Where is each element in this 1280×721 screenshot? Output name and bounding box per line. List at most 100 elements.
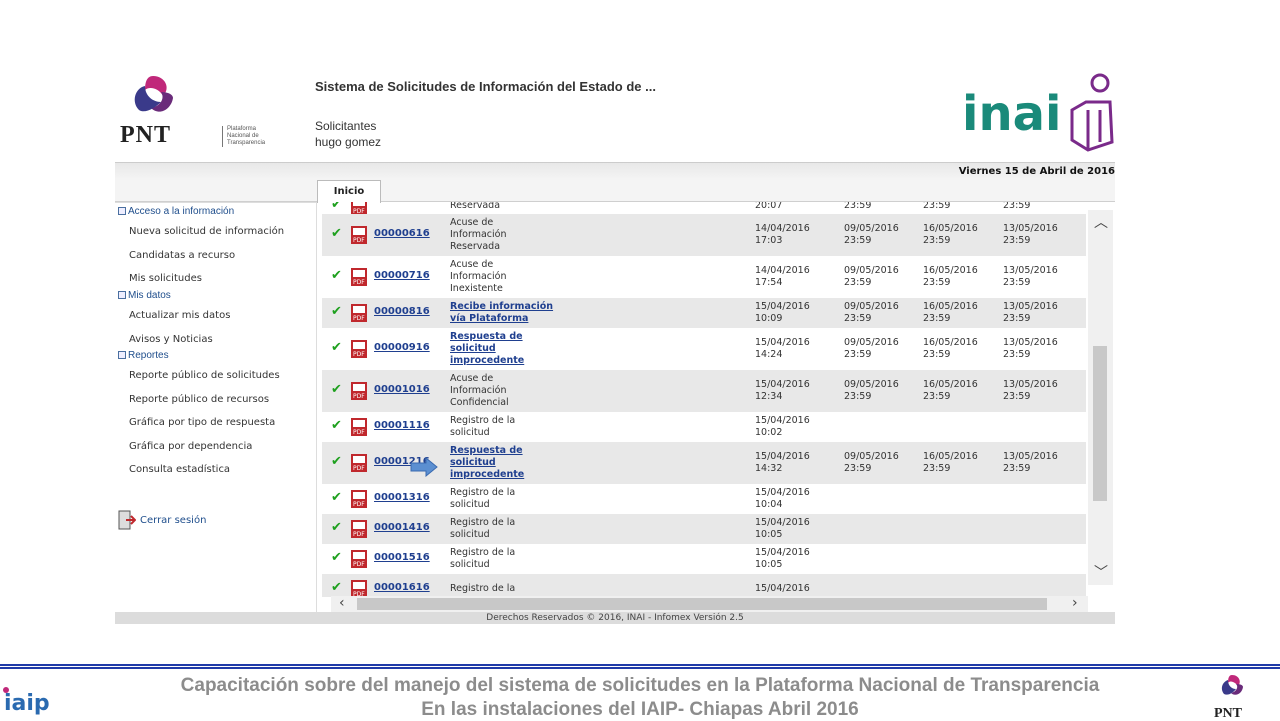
scroll-left-icon[interactable]: ‹ — [339, 595, 345, 611]
date-cell: 13/05/2016 23:59 — [1003, 265, 1058, 288]
check-icon: ✔ — [331, 202, 342, 212]
status-text: Acuse de Información Reservada — [450, 217, 507, 252]
pdf-icon[interactable]: PDF — [350, 303, 368, 323]
sidebar-item-avisos[interactable]: Avisos y Noticias — [129, 334, 213, 345]
svg-text:PDF: PDF — [353, 465, 365, 472]
svg-text:PDF: PDF — [353, 279, 365, 286]
vertical-scroll-thumb[interactable] — [1093, 346, 1107, 501]
sidebar-section-acceso[interactable]: Acceso a la información — [118, 206, 234, 217]
check-icon: ✔ — [331, 550, 342, 565]
logout-icon — [118, 510, 136, 530]
logout-label: Cerrar sesión — [140, 515, 207, 526]
svg-text:PDF: PDF — [353, 315, 365, 322]
horizontal-scrollbar[interactable]: ‹ › — [331, 595, 1088, 612]
sidebar-section-reportes[interactable]: Reportes — [118, 350, 169, 361]
table-row: ✔ PDF 00001116 Registro de la solicitud 15/04… — [322, 412, 1086, 442]
scroll-right-icon[interactable]: › — [1072, 595, 1078, 611]
folio-link[interactable]: 00000716 — [374, 270, 430, 281]
date-cell: 16/05/2016 23:59 — [923, 379, 978, 402]
table-row: ✔ PDF 00000716 Acuse de Información Inexisten… — [322, 256, 1086, 298]
status-text[interactable]: Respuesta de solicitud improcedente — [450, 331, 560, 367]
svg-text:PDF: PDF — [353, 561, 365, 568]
sidebar-item-grafica-dependencia[interactable]: Gráfica por dependencia — [129, 441, 252, 452]
folio-link[interactable]: 00001316 — [374, 492, 430, 503]
status-text: Registro de la solicitud — [450, 487, 516, 510]
folio-link[interactable]: 00001116 — [374, 420, 430, 431]
date-cell: 15/04/2016 10:09 — [755, 301, 810, 324]
check-icon: ✔ — [331, 580, 342, 595]
user-name: hugo gomez — [315, 135, 382, 149]
scroll-down-icon[interactable]: ﹀ — [1094, 562, 1108, 582]
table-row: ✔ PDF 00001016 Acuse de Información Confidenc… — [322, 370, 1086, 412]
pdf-icon[interactable]: PDF — [350, 453, 368, 473]
table-row: ✔ PDF 00000916 Respuesta de solicitud improce… — [322, 328, 1086, 370]
pdf-icon[interactable]: PDF — [350, 417, 368, 437]
expand-icon — [118, 351, 126, 359]
date-cell: 09/05/2016 23:59 — [844, 379, 899, 402]
app-window: PNT Plataforma Nacional de Transparencia… — [115, 62, 1115, 624]
pnt-small-logo-icon: PNT — [1214, 675, 1243, 720]
sidebar-item-mis-solicitudes[interactable]: Mis solicitudes — [129, 273, 202, 284]
sidebar-item-candidatas[interactable]: Candidatas a recurso — [129, 250, 235, 261]
logout-button[interactable]: Cerrar sesión — [118, 510, 206, 530]
date-cell: 13/05/2016 23:59 — [1003, 301, 1058, 324]
pdf-icon[interactable]: PDF — [350, 381, 368, 401]
pdf-icon[interactable]: PDF — [350, 579, 368, 597]
svg-text:PDF: PDF — [353, 531, 365, 538]
folio-link[interactable]: 00000816 — [374, 306, 430, 317]
svg-text:PDF: PDF — [353, 237, 365, 244]
pdf-icon[interactable]: PDF — [350, 225, 368, 245]
sidebar-item-reporte-solicitudes[interactable]: Reporte público de solicitudes — [129, 370, 280, 381]
tab-strip — [115, 180, 1115, 202]
pdf-icon[interactable]: PDF — [350, 519, 368, 539]
pdf-icon[interactable]: PDF — [350, 489, 368, 509]
vertical-scrollbar[interactable]: ︿ ﹀ — [1088, 210, 1113, 585]
status-text[interactable]: Respuesta de solicitud improcedente — [450, 445, 560, 481]
svg-text:PDF: PDF — [353, 501, 365, 508]
scroll-up-icon[interactable]: ︿ — [1094, 212, 1108, 232]
status-text: Reservada — [450, 202, 501, 211]
date-cell: 15/04/2016 12:34 — [755, 379, 810, 402]
status-text: Registro de la solicitud — [450, 415, 516, 438]
table-row: ✔ PDF 00000616 Acuse de Información Reservada… — [322, 214, 1086, 256]
date-cell: 16/05/2016 23:59 — [923, 265, 978, 288]
inai-logo-icon: inai — [962, 73, 1114, 152]
folio-link[interactable]: 00000616 — [374, 228, 430, 239]
pdf-icon[interactable]: PDF — [350, 339, 368, 359]
check-icon: ✔ — [331, 226, 342, 241]
date-cell: 23:59 — [844, 202, 872, 211]
pnt-wordmark: PNT — [120, 122, 171, 148]
svg-text:PDF: PDF — [353, 393, 365, 400]
sidebar-item-reporte-recursos[interactable]: Reporte público de recursos — [129, 394, 269, 405]
date-cell: 23:59 — [1003, 202, 1031, 211]
date-cell: 13/05/2016 23:59 — [1003, 223, 1058, 246]
sidebar-item-grafica-tipo[interactable]: Gráfica por tipo de respuesta — [129, 417, 275, 428]
tab-inicio[interactable]: Inicio — [317, 180, 381, 203]
pdf-icon[interactable]: PDF — [350, 549, 368, 569]
date-cell: 16/05/2016 23:59 — [923, 301, 978, 324]
folio-link[interactable]: 00000916 — [374, 342, 430, 353]
status-text[interactable]: Recibe información vía Plataforma — [450, 301, 560, 325]
date-cell: 14/04/2016 17:03 — [755, 223, 810, 246]
folio-link[interactable]: 00001616 — [374, 582, 430, 593]
folio-link[interactable]: 00001416 — [374, 522, 430, 533]
date-cell: 09/05/2016 23:59 — [844, 265, 899, 288]
pdf-icon[interactable]: PDF — [350, 267, 368, 287]
date-cell: 16/05/2016 23:59 — [923, 451, 978, 474]
check-icon: ✔ — [331, 304, 342, 319]
date-cell: 13/05/2016 23:59 — [1003, 337, 1058, 360]
sidebar-section-mis-datos[interactable]: Mis datos — [118, 290, 171, 301]
status-text: Acuse de Información Confidencial — [450, 373, 509, 408]
sidebar-item-actualizar[interactable]: Actualizar mis datos — [129, 310, 230, 321]
horizontal-scroll-thumb[interactable] — [357, 598, 1047, 610]
date-cell: 16/05/2016 23:59 — [923, 337, 978, 360]
folio-link[interactable]: 00001516 — [374, 552, 430, 563]
sidebar-item-consulta[interactable]: Consulta estadística — [129, 464, 230, 475]
sidebar-item-nueva-solicitud[interactable]: Nueva solicitud de información — [129, 226, 284, 237]
folio-link[interactable]: 00001016 — [374, 384, 430, 395]
date-cell: 15/04/2016 14:24 — [755, 337, 810, 360]
table-row: ✔ PDF Reservada 20:07 23:59 23:59 23:59 — [322, 202, 1086, 215]
sidebar: Acceso a la información Nueva solicitud … — [115, 202, 317, 612]
check-icon: ✔ — [331, 520, 342, 535]
pointer-arrow-icon — [410, 457, 438, 477]
